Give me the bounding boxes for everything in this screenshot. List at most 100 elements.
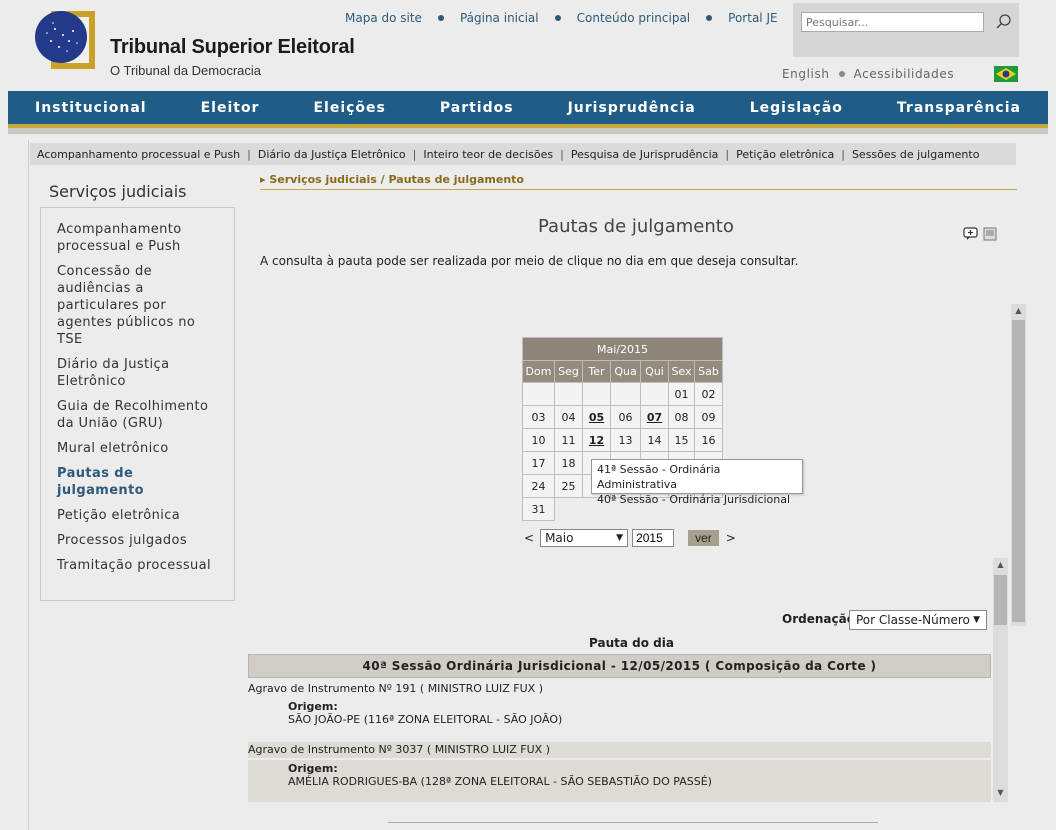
subnav-sessoes[interactable]: Sessões de julgamento xyxy=(852,148,980,161)
ordenacao-select[interactable]: Por Classe-Número ▼ xyxy=(849,610,987,630)
tse-logo-icon[interactable] xyxy=(33,7,97,71)
calendar-dow: Ter xyxy=(582,360,611,383)
calendar-day-link[interactable]: 07 xyxy=(640,405,669,429)
calendar-day: 16 xyxy=(694,428,723,452)
month-select[interactable]: Maio ▼ xyxy=(540,529,629,547)
comment-icon[interactable] xyxy=(963,227,979,241)
ver-button[interactable]: ver xyxy=(688,530,719,546)
site-subtitle: O Tribunal da Democracia xyxy=(110,63,262,78)
calendar-day: 31 xyxy=(522,497,555,521)
print-icon[interactable] xyxy=(983,227,997,241)
calendar-dow: Qui xyxy=(640,360,669,383)
link-english[interactable]: English xyxy=(782,67,830,81)
scroll-down-arrow-icon[interactable]: ▼ xyxy=(993,786,1008,800)
calendar-day: 14 xyxy=(640,428,669,452)
calendar-controls: < Maio ▼ ver > xyxy=(524,529,736,547)
calendar-day: 13 xyxy=(610,428,641,452)
lang-links: English Acessibilidades xyxy=(782,67,954,81)
separator-dot xyxy=(437,15,444,21)
brazil-flag-icon[interactable] xyxy=(994,66,1018,82)
calendar-day: 25 xyxy=(554,474,583,498)
calendar-day-link[interactable]: 05 xyxy=(582,405,611,429)
subnav-separator: | xyxy=(560,147,564,161)
ordenacao-value: Por Classe-Número xyxy=(856,613,970,627)
subnav-peticao[interactable]: Petição eletrônica xyxy=(736,148,834,161)
sidebar-item-acompanhamento[interactable]: Acompanhamento processual e Push xyxy=(57,221,220,255)
sidebar-item-pautas[interactable]: Pautas de julgamento xyxy=(57,465,220,499)
origin-label: Origem: xyxy=(288,700,338,713)
main-nav: Institucional Eleitor Eleições Partidos … xyxy=(8,91,1048,128)
nav-jurisprudencia[interactable]: Jurisprudência xyxy=(568,100,696,116)
process-title[interactable]: Agravo de Instrumento Nº 3037 ( MINISTRO… xyxy=(248,742,991,758)
sidebar-item-processos-julgados[interactable]: Processos julgados xyxy=(57,532,220,549)
search-input[interactable] xyxy=(801,12,984,32)
link-acessibilidades[interactable]: Acessibilidades xyxy=(854,67,955,81)
subnav-pesquisa[interactable]: Pesquisa de Jurisprudência xyxy=(571,148,719,161)
origin-label: Origem: xyxy=(288,762,338,775)
calendar-day: 09 xyxy=(694,405,723,429)
calendar-day: 17 xyxy=(522,451,555,475)
link-pagina-inicial[interactable]: Página inicial xyxy=(460,11,539,25)
tooltip-line: 40ª Sessão - Ordinária Jurisdicional xyxy=(597,493,791,506)
process-origin: Origem: SÃO JOÃO-PE (116ª ZONA ELEITORAL… xyxy=(248,700,991,734)
subnav-diario[interactable]: Diário da Justiça Eletrônico xyxy=(258,148,406,161)
sidebar-item-diario[interactable]: Diário da Justiça Eletrônico xyxy=(57,356,220,390)
calendar-day: 18 xyxy=(554,451,583,475)
calendar-day-link[interactable]: 12 xyxy=(582,428,611,452)
sub-nav: Acompanhamento processual e Push | Diári… xyxy=(30,143,1016,165)
tooltip-line: 41ª Sessão - Ordinária Administrativa xyxy=(597,463,721,491)
next-month-button[interactable]: > xyxy=(726,531,736,545)
site-title[interactable]: Tribunal Superior Eleitoral xyxy=(110,36,355,59)
pauta-title: Pauta do dia xyxy=(589,636,674,650)
nav-shadow xyxy=(8,128,1048,134)
nav-institucional[interactable]: Institucional xyxy=(35,100,147,116)
nav-partidos[interactable]: Partidos xyxy=(440,100,514,116)
origin-value: SÃO JOÃO-PE (116ª ZONA ELEITORAL - SÃO J… xyxy=(288,713,563,726)
sidebar-item-concessao[interactable]: Concessão de audiências a particulares p… xyxy=(57,263,220,348)
sidebar-item-peticao[interactable]: Petição eletrônica xyxy=(57,507,220,524)
nav-eleitor[interactable]: Eleitor xyxy=(201,100,260,116)
top-links: Mapa do site Página inicial Conteúdo pri… xyxy=(345,11,778,25)
link-mapa-do-site[interactable]: Mapa do site xyxy=(345,11,422,25)
nav-transparencia[interactable]: Transparência xyxy=(897,100,1021,116)
search-icon[interactable] xyxy=(995,13,1013,31)
breadcrumb[interactable]: ▸ Serviços judiciais / Pautas de julgame… xyxy=(260,173,1017,190)
intro-text: A consulta à pauta pode ser realizada po… xyxy=(260,254,799,268)
link-conteudo-principal[interactable]: Conteúdo principal xyxy=(577,11,691,25)
calendar-dow: Qua xyxy=(610,360,641,383)
page-title: Pautas de julgamento xyxy=(538,216,734,237)
link-portal-je[interactable]: Portal JE xyxy=(728,11,777,25)
search-panel xyxy=(793,3,1019,57)
calendar-day: 15 xyxy=(668,428,695,452)
subnav-separator: | xyxy=(841,147,845,161)
subnav-inteiro-teor[interactable]: Inteiro teor de decisões xyxy=(423,148,553,161)
calendar-dow: Seg xyxy=(554,360,583,383)
process-title[interactable]: Agravo de Instrumento Nº 191 ( MINISTRO … xyxy=(248,681,991,697)
subnav-separator: | xyxy=(247,147,251,161)
chevron-down-icon: ▼ xyxy=(616,533,624,543)
scroll-up-arrow-icon[interactable]: ▲ xyxy=(993,558,1008,572)
sidebar-menu: Acompanhamento processual e Push Concess… xyxy=(40,207,235,601)
nav-eleicoes[interactable]: Eleições xyxy=(313,100,385,116)
calendar-day: 03 xyxy=(522,405,555,429)
sidebar-item-tramitacao[interactable]: Tramitação processual xyxy=(57,557,220,574)
calendar-dow: Dom xyxy=(522,360,555,383)
nav-legislacao[interactable]: Legislação xyxy=(750,100,843,116)
calendar-dow: Sab xyxy=(694,360,723,383)
session-header: 40ª Sessão Ordinária Jurisdicional - 12/… xyxy=(248,654,991,678)
scrollbar-thumb[interactable] xyxy=(1012,320,1025,622)
scroll-up-arrow-icon[interactable]: ▲ xyxy=(1011,304,1026,318)
scrollbar-thumb[interactable] xyxy=(994,575,1007,625)
calendar-tooltip: 41ª Sessão - Ordinária Administrativa 40… xyxy=(591,459,803,506)
sidebar-item-mural[interactable]: Mural eletrônico xyxy=(57,440,220,457)
prev-month-button[interactable]: < xyxy=(524,531,534,545)
separator-dot xyxy=(554,15,561,21)
calendar-day-empty xyxy=(554,382,583,406)
subnav-acompanhamento[interactable]: Acompanhamento processual e Push xyxy=(37,148,240,161)
calendar-day: 10 xyxy=(522,428,555,452)
calendar-day-empty xyxy=(610,382,641,406)
year-input[interactable] xyxy=(632,529,675,547)
sidebar-item-gru[interactable]: Guia de Recolhimento da União (GRU) xyxy=(57,398,220,432)
calendar-day: 24 xyxy=(522,474,555,498)
sidebar-title: Serviços judiciais xyxy=(49,182,187,201)
